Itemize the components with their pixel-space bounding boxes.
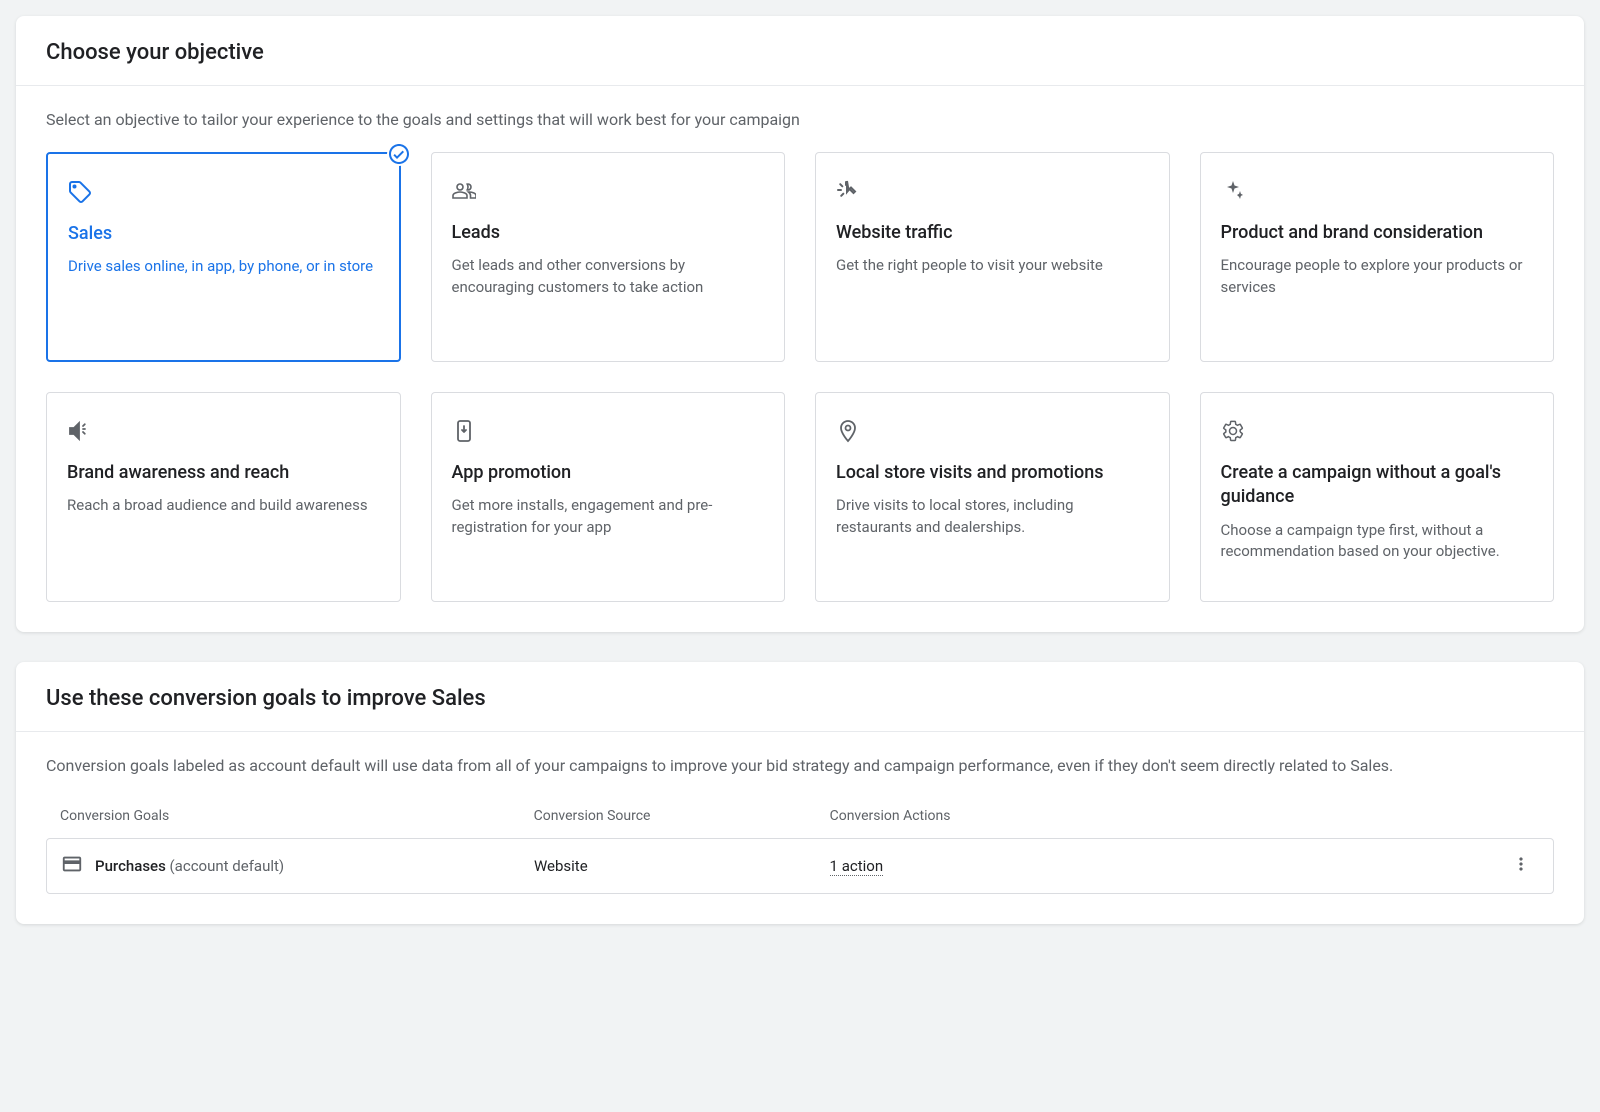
objective-header: Choose your objective xyxy=(16,16,1584,86)
objective-grid: Sales Drive sales online, in app, by pho… xyxy=(46,152,1554,602)
checkmark-icon xyxy=(387,142,411,166)
objective-card-local-store[interactable]: Local store visits and promotions Drive … xyxy=(815,392,1170,602)
goals-body: Conversion goals labeled as account defa… xyxy=(16,732,1584,924)
objective-card-leads[interactable]: Leads Get leads and other conversions by… xyxy=(431,152,786,362)
objective-card-desc: Get leads and other conversions by encou… xyxy=(452,255,765,299)
goal-name: Purchases xyxy=(95,857,166,875)
objective-card-desc: Choose a campaign type first, without a … xyxy=(1221,520,1534,564)
objective-card-desc: Get more installs, engagement and pre-re… xyxy=(452,495,765,539)
objective-card-title: Local store visits and promotions xyxy=(836,461,1149,485)
tag-icon xyxy=(68,178,379,206)
objective-card-title: Leads xyxy=(452,221,765,245)
objective-subtitle: Select an objective to tailor your exper… xyxy=(46,108,1554,132)
column-header-goals: Conversion Goals xyxy=(60,808,534,824)
goals-section: Use these conversion goals to improve Sa… xyxy=(16,662,1584,924)
cursor-click-icon xyxy=(836,177,1149,205)
objective-card-title: Product and brand consideration xyxy=(1221,221,1534,245)
goal-suffix: (account default) xyxy=(170,857,285,875)
objective-card-desc: Reach a broad audience and build awarene… xyxy=(67,495,380,517)
objective-title: Choose your objective xyxy=(46,40,1554,65)
location-pin-icon xyxy=(836,417,1149,445)
objective-card-title: Brand awareness and reach xyxy=(67,461,380,485)
goals-title: Use these conversion goals to improve Sa… xyxy=(46,686,1554,711)
objective-card-website-traffic[interactable]: Website traffic Get the right people to … xyxy=(815,152,1170,362)
objective-card-no-goal[interactable]: Create a campaign without a goal's guida… xyxy=(1200,392,1555,602)
objective-card-desc: Drive sales online, in app, by phone, or… xyxy=(68,256,379,278)
sparkle-icon xyxy=(1221,177,1534,205)
goals-header: Use these conversion goals to improve Sa… xyxy=(16,662,1584,732)
objective-card-title: Create a campaign without a goal's guida… xyxy=(1221,461,1534,510)
objective-card-desc: Drive visits to local stores, including … xyxy=(836,495,1149,539)
objective-card-brand-awareness[interactable]: Brand awareness and reach Reach a broad … xyxy=(46,392,401,602)
column-header-actions: Conversion Actions xyxy=(830,808,1422,824)
objective-card-sales[interactable]: Sales Drive sales online, in app, by pho… xyxy=(46,152,401,362)
megaphone-icon xyxy=(67,417,380,445)
goal-cell: Purchases (account default) xyxy=(61,853,534,879)
gear-icon xyxy=(1221,417,1534,445)
objective-card-title: App promotion xyxy=(452,461,765,485)
objective-card-desc: Get the right people to visit your websi… xyxy=(836,255,1149,277)
objective-body: Select an objective to tailor your exper… xyxy=(16,86,1584,632)
column-header-source: Conversion Source xyxy=(534,808,830,824)
goals-subtitle: Conversion goals labeled as account defa… xyxy=(46,754,1554,778)
table-row[interactable]: Purchases (account default) Website 1 ac… xyxy=(46,838,1554,894)
objective-card-desc: Encourage people to explore your product… xyxy=(1221,255,1534,299)
objective-card-app-promotion[interactable]: App promotion Get more installs, engagem… xyxy=(431,392,786,602)
goal-actions-link[interactable]: 1 action xyxy=(830,857,884,876)
phone-download-icon xyxy=(452,417,765,445)
goals-table-header: Conversion Goals Conversion Source Conve… xyxy=(46,798,1554,838)
objective-card-title: Website traffic xyxy=(836,221,1149,245)
objective-card-product-brand[interactable]: Product and brand consideration Encourag… xyxy=(1200,152,1555,362)
objective-section: Choose your objective Select an objectiv… xyxy=(16,16,1584,632)
people-icon xyxy=(452,177,765,205)
goal-source: Website xyxy=(534,857,830,875)
objective-card-title: Sales xyxy=(68,222,379,246)
credit-card-icon xyxy=(61,853,83,879)
more-vert-icon[interactable] xyxy=(1511,854,1531,878)
